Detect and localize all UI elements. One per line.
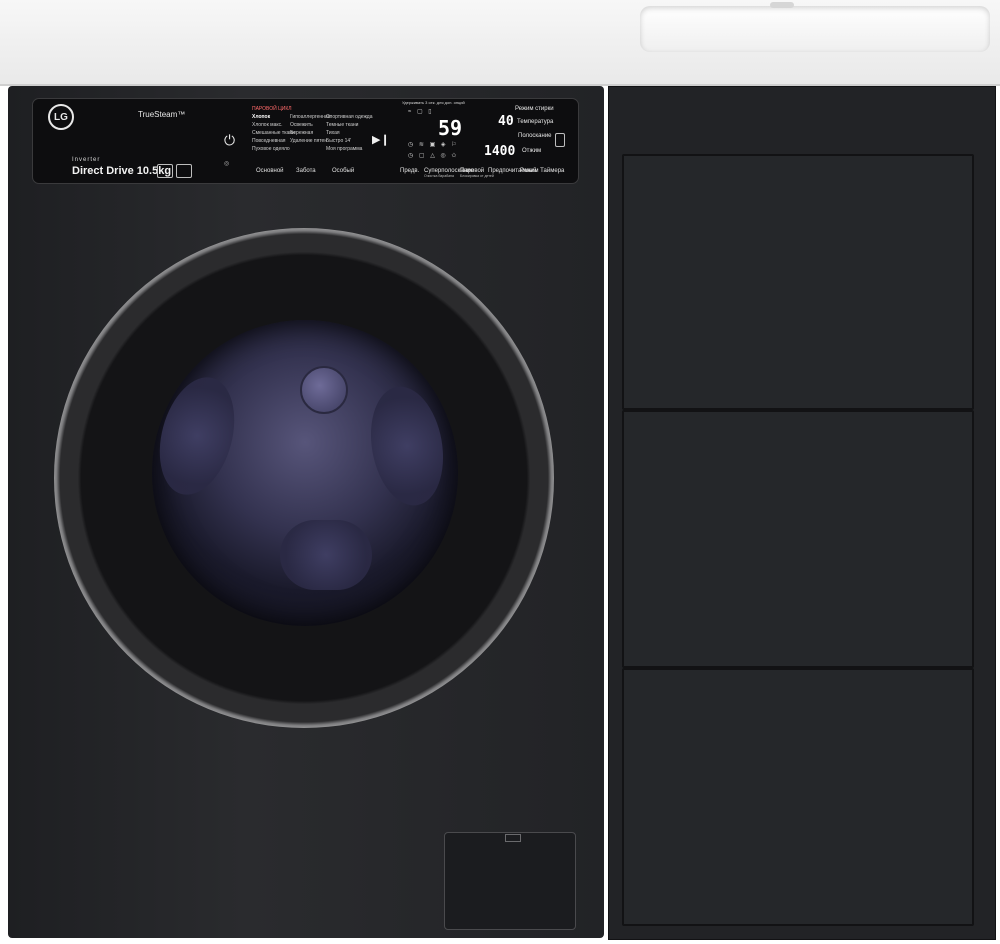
program-item[interactable]: Бережная bbox=[290, 130, 313, 136]
program-item[interactable]: Быстро 14' bbox=[326, 138, 351, 144]
status-icons-row: ≈ ▢ ▯ bbox=[408, 109, 434, 115]
filter-door[interactable] bbox=[444, 832, 576, 930]
play-pause-icon[interactable]: ▶❙ bbox=[372, 133, 390, 146]
program-item[interactable]: Хлопок bbox=[252, 114, 270, 120]
truesteam-label: TrueSteam™ bbox=[138, 110, 186, 119]
program-item[interactable]: Тихая bbox=[326, 130, 340, 136]
options-icons-row: ◷ ≋ ▣ ◈ ⚐ bbox=[408, 142, 459, 148]
cabinet-drawer-bottom[interactable] bbox=[622, 668, 974, 926]
program-item[interactable]: Смешанные ткани bbox=[252, 130, 295, 136]
group-label: Забота bbox=[296, 168, 316, 174]
spin-display: 1400 bbox=[484, 144, 516, 159]
program-item[interactable]: Моя программа bbox=[326, 146, 362, 152]
time-display: 59 bbox=[438, 116, 463, 140]
temp-display: 40 bbox=[498, 114, 514, 129]
phone-icon bbox=[555, 133, 565, 147]
badge-icon bbox=[157, 164, 173, 178]
rinse-label: Полоскание bbox=[518, 133, 552, 139]
spin-label: Отжим bbox=[522, 148, 542, 154]
drum-lifter-bottom bbox=[280, 520, 372, 590]
display-hint: Удерживать 3 сек. для доп. опций bbox=[402, 100, 465, 105]
program-item[interactable]: Темные ткани bbox=[326, 122, 358, 128]
pre-wash-button[interactable]: Предв. bbox=[400, 168, 419, 174]
program-item[interactable]: Пуховое одеяло bbox=[252, 146, 290, 152]
badge-icon bbox=[176, 164, 192, 178]
smart-diagnosis-icon[interactable]: ◎ bbox=[224, 160, 229, 167]
faucet-hole bbox=[770, 2, 794, 8]
filter-tab[interactable] bbox=[505, 834, 521, 842]
timer-button[interactable]: Режим Таймера bbox=[520, 168, 564, 174]
options-icons-row: ◷ ▢ △ ◎ ✩ bbox=[408, 153, 459, 159]
inverter-label: Inverter bbox=[72, 157, 101, 163]
program-item[interactable]: Спортивная одежда bbox=[326, 114, 373, 120]
cabinet-drawer-top[interactable] bbox=[622, 154, 974, 410]
wash-mode-label: Режим стирки bbox=[515, 106, 554, 112]
sink-basin bbox=[640, 6, 990, 52]
badge-icons bbox=[157, 164, 192, 178]
group-label: Особый bbox=[332, 168, 355, 174]
lg-logo-icon: LG bbox=[48, 104, 74, 130]
drum-center bbox=[300, 366, 348, 414]
power-icon[interactable]: ⏻ bbox=[224, 132, 235, 149]
program-header: ПАРОВОЙ ЦИКЛ bbox=[252, 106, 292, 112]
program-item[interactable]: Гипоаллергенная bbox=[290, 114, 330, 120]
group-label: Основной bbox=[256, 168, 284, 174]
temperature-label: Температура bbox=[517, 119, 554, 125]
countertop bbox=[0, 0, 1000, 86]
program-list: ПАРОВОЙ ЦИКЛ Хлопок Хлопок макс. Смешанн… bbox=[252, 106, 373, 158]
program-item[interactable]: Хлопок макс. bbox=[252, 122, 283, 128]
program-item[interactable]: Повседневная bbox=[252, 138, 286, 144]
program-item[interactable]: Освежить bbox=[290, 122, 313, 128]
cabinet-drawer-middle[interactable] bbox=[622, 410, 974, 668]
program-item[interactable]: Удаление пятен bbox=[290, 138, 327, 144]
brand: LG bbox=[48, 104, 74, 130]
steam-sub: Блокировка от детей bbox=[460, 174, 494, 178]
